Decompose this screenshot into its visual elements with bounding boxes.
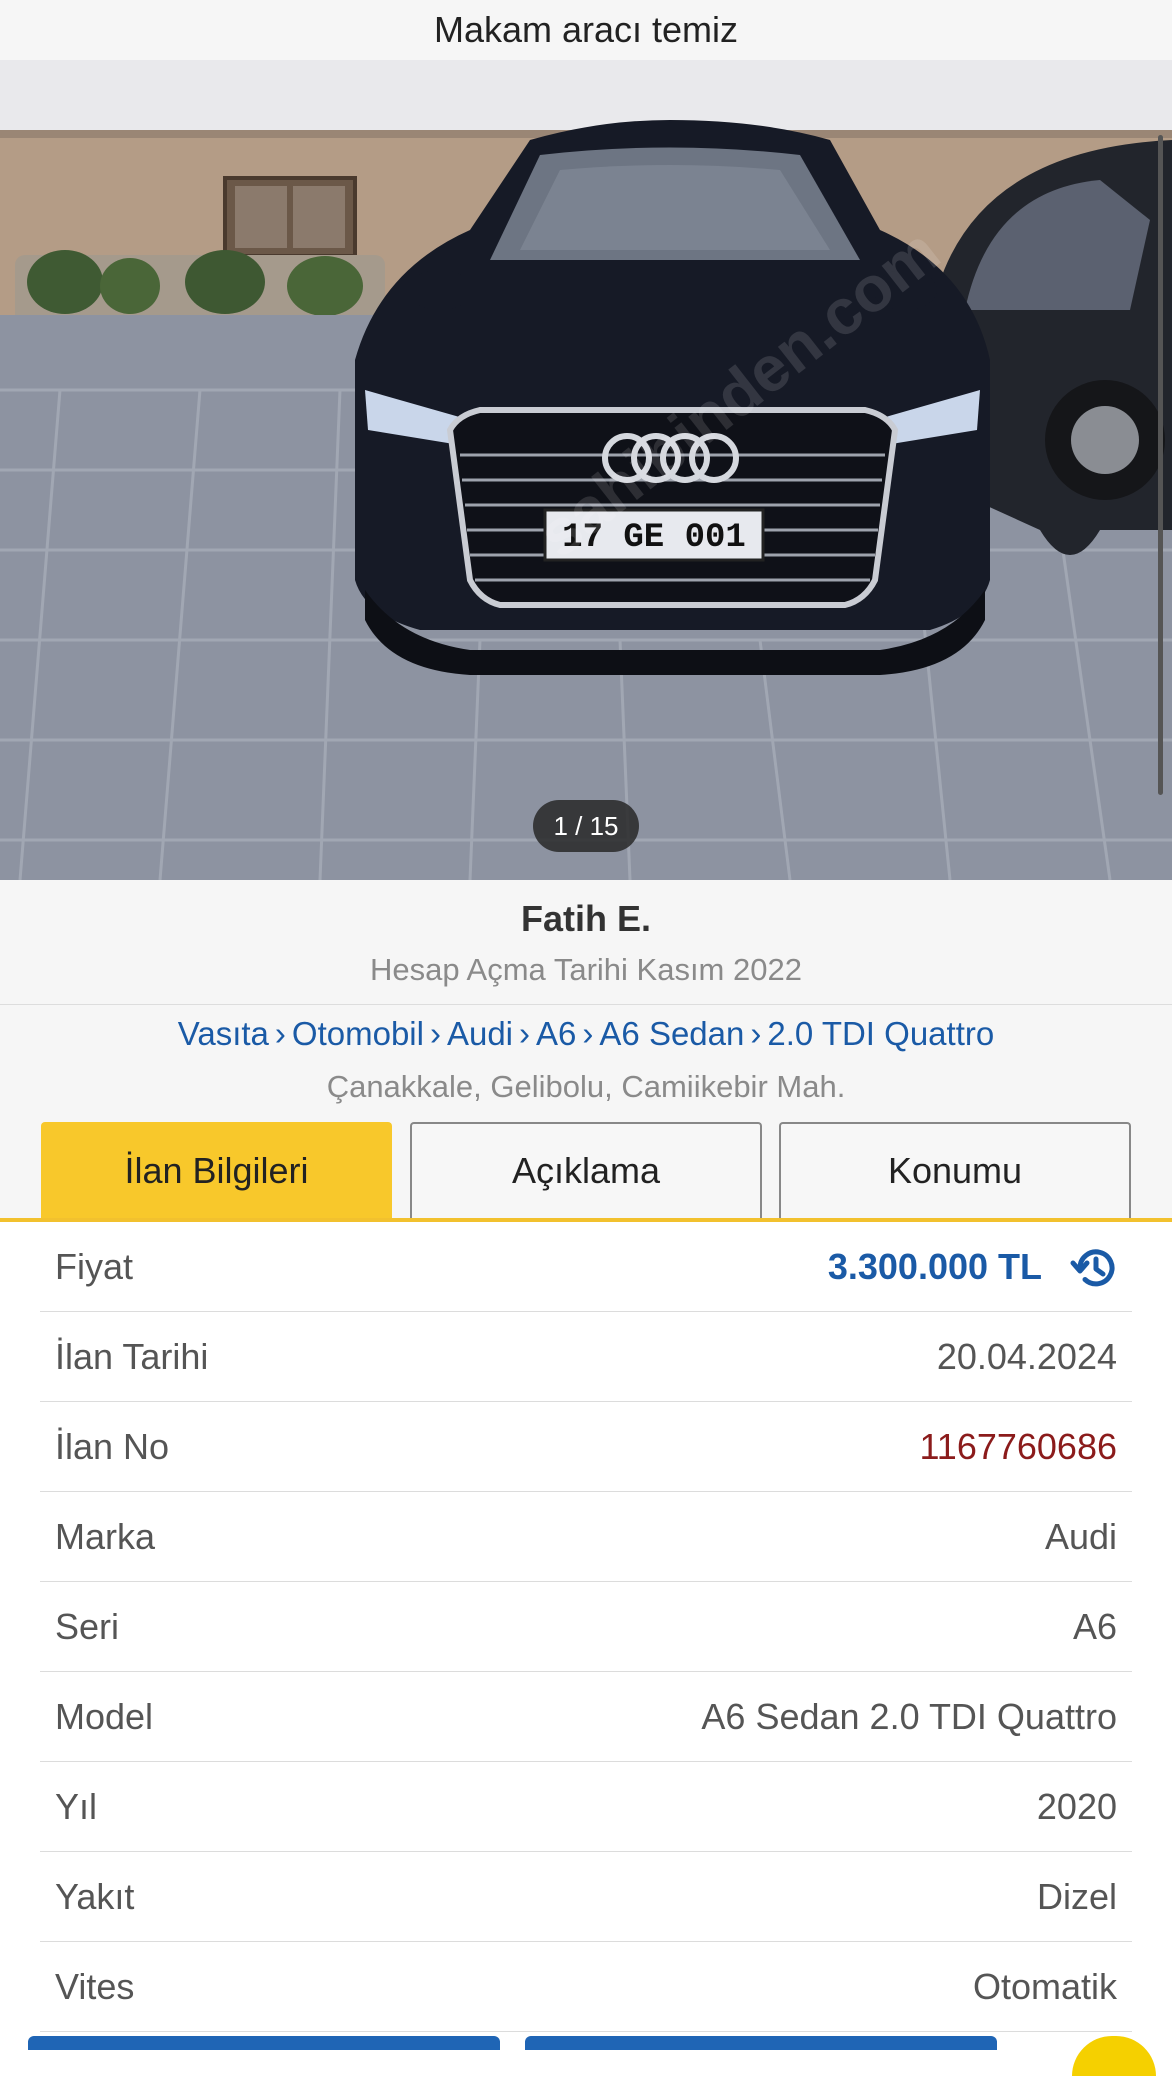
detail-key: Yıl: [55, 1786, 98, 1827]
breadcrumb-separator: ›: [750, 1015, 762, 1052]
detail-value: Otomatik: [972, 1966, 1117, 2007]
detail-row-fuel: Yakıt Dizel: [40, 1852, 1132, 1942]
detail-key: Model: [55, 1696, 154, 1737]
assistant-button[interactable]: [1072, 2036, 1156, 2076]
detail-key: İlan No: [55, 1426, 170, 1467]
ad-number-value: 1167760686: [919, 1426, 1117, 1467]
ad-title: Makam aracı temiz: [0, 0, 1172, 60]
tab-konumu[interactable]: Konumu: [779, 1122, 1131, 1218]
tab-ilan-bilgileri[interactable]: İlan Bilgileri: [41, 1122, 392, 1218]
detail-row-brand: Marka Audi: [40, 1492, 1132, 1582]
seller-since: Hesap Açma Tarihi Kasım 2022: [370, 952, 802, 987]
breadcrumb-item[interactable]: 2.0 TDI Quattro: [767, 1015, 994, 1052]
photo-counter: 1 / 15: [533, 800, 639, 852]
seller-info[interactable]: Fatih E. Hesap Açma Tarihi Kasım 2022: [0, 880, 1172, 1005]
listing-photo[interactable]: 17 GE 001 sahibinden.com: [0, 60, 1172, 880]
listing-location: Çanakkale, Gelibolu, Camiikebir Mah.: [326, 1069, 846, 1104]
detail-key: Vites: [55, 1966, 135, 2007]
gallery-scrollbar[interactable]: [1158, 135, 1163, 795]
price-value: 3.300.000 TL: [827, 1246, 1042, 1287]
details-table: Fiyat 3.300.000 TL İlan Tarihi 20.04.202…: [40, 1222, 1132, 2032]
breadcrumb-separator: ›: [429, 1015, 441, 1052]
detail-value: 2020: [1036, 1786, 1117, 1827]
history-icon[interactable]: [1068, 1242, 1120, 1294]
detail-key: Marka: [55, 1516, 156, 1557]
detail-row-price: Fiyat 3.300.000 TL: [40, 1222, 1132, 1312]
breadcrumb-separator: ›: [274, 1015, 286, 1052]
detail-value: A6 Sedan 2.0 TDI Quattro: [701, 1696, 1117, 1737]
detail-value: Dizel: [1036, 1876, 1117, 1917]
car-photo-icon: 17 GE 001 sahibinden.com: [0, 60, 1172, 880]
detail-key: Seri: [55, 1606, 120, 1647]
breadcrumb-separator: ›: [519, 1015, 531, 1052]
detail-row-ad-no: İlan No 1167760686: [40, 1402, 1132, 1492]
breadcrumb: Vasıta › Otomobil › Audi › A6 › A6 Sedan › 2.0 TDI…: [0, 1015, 1172, 1053]
detail-key: Yakıt: [55, 1876, 135, 1917]
detail-row-model: Model A6 Sedan 2.0 TDI Quattro: [40, 1672, 1132, 1762]
detail-value: A6: [1072, 1606, 1117, 1647]
detail-key: İlan Tarihi: [55, 1336, 209, 1377]
breadcrumb-item[interactable]: A6 Sedan: [599, 1015, 744, 1052]
breadcrumb-item[interactable]: Otomobil: [292, 1015, 424, 1052]
detail-value: Audi: [1044, 1516, 1117, 1557]
detail-value: 20.04.2024: [936, 1336, 1117, 1377]
detail-row-year: Yıl 2020: [40, 1762, 1132, 1852]
detail-key: Fiyat: [55, 1246, 134, 1287]
seller-name[interactable]: Fatih E.: [0, 898, 1172, 940]
breadcrumb-item[interactable]: A6: [536, 1015, 576, 1052]
detail-row-series: Seri A6: [40, 1582, 1132, 1672]
breadcrumb-separator: ›: [582, 1015, 594, 1052]
tab-aciklama[interactable]: Açıklama: [410, 1122, 762, 1218]
breadcrumb-item[interactable]: Audi: [447, 1015, 513, 1052]
breadcrumb-item[interactable]: Vasıta: [178, 1015, 269, 1052]
detail-row-gear: Vites Otomatik: [40, 1942, 1132, 2032]
detail-row-date: İlan Tarihi 20.04.2024: [40, 1312, 1132, 1402]
